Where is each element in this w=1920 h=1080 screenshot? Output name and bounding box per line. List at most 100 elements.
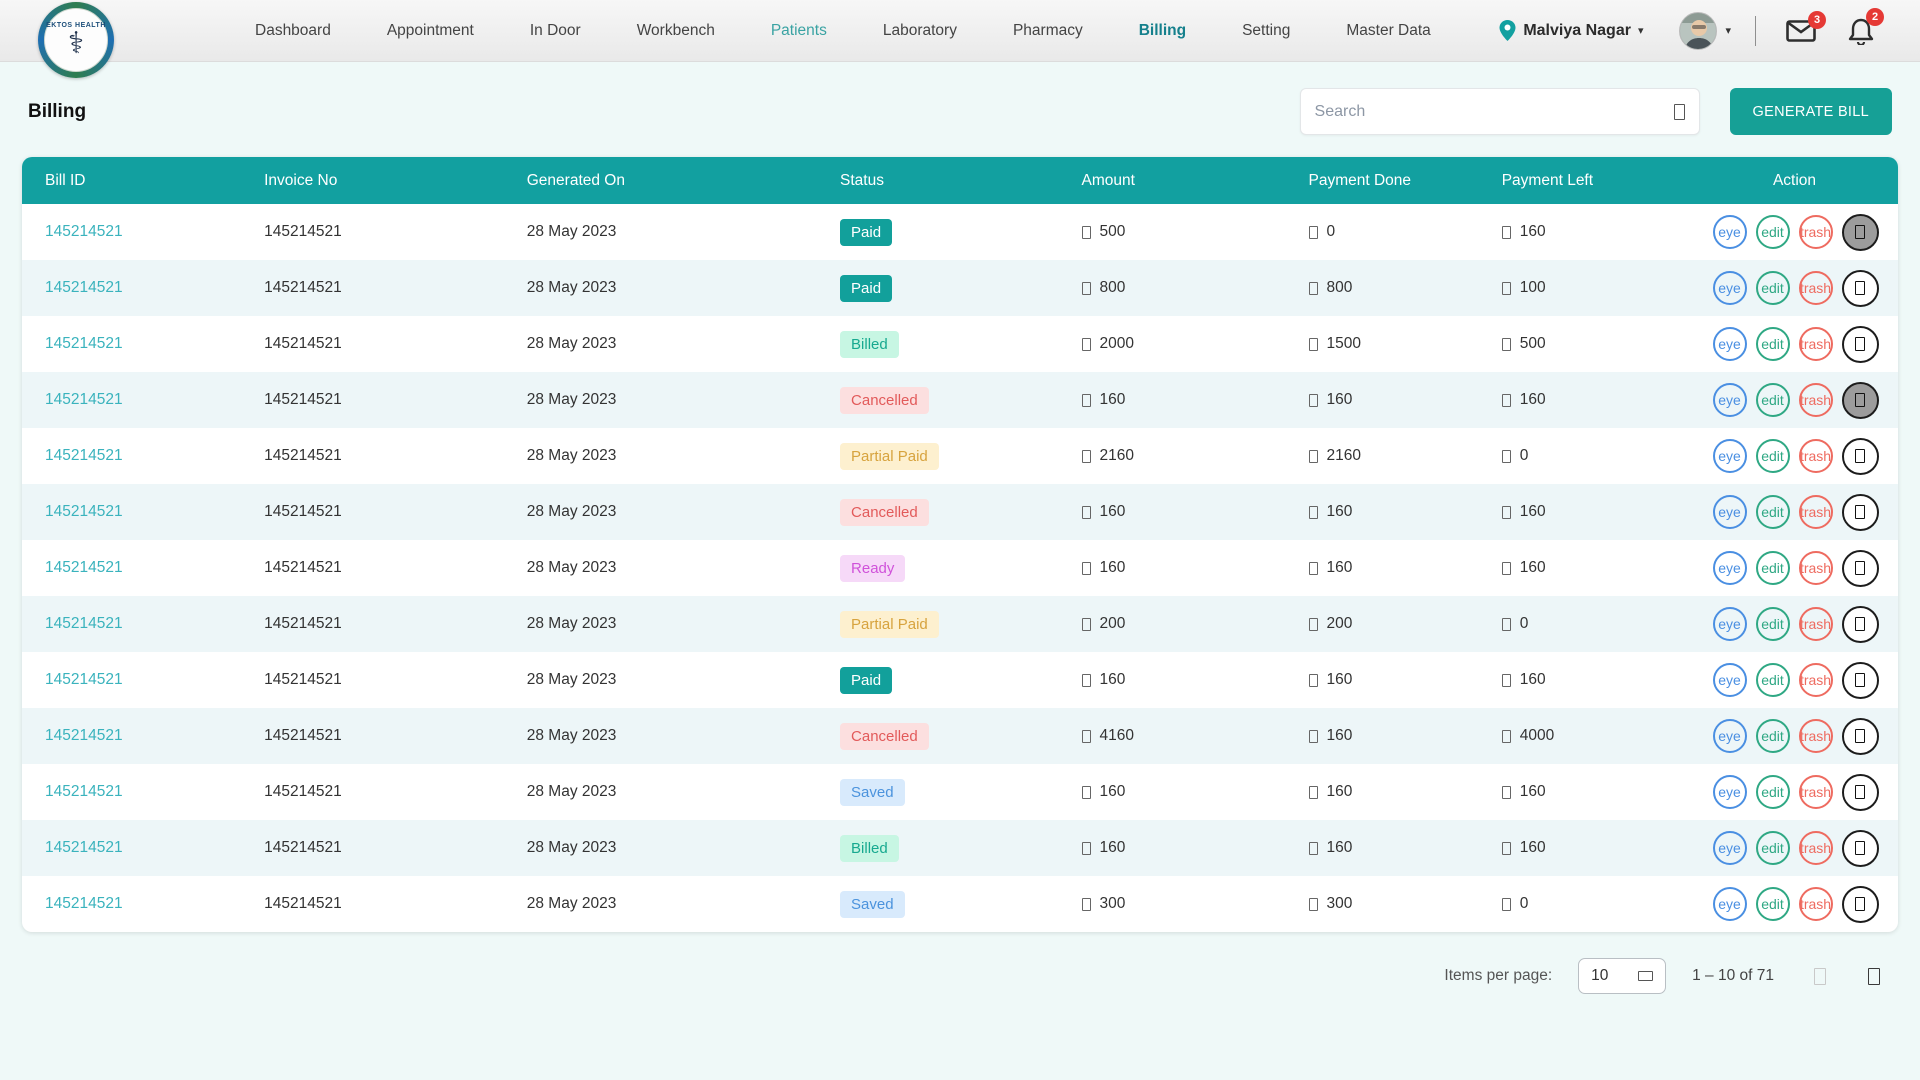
search-icon[interactable] — [1674, 104, 1685, 120]
table-header-row: Bill ID Invoice No Generated On Status A… — [22, 157, 1898, 204]
view-button[interactable]: eye — [1713, 663, 1747, 697]
amount-cell: 500 — [1058, 223, 1285, 241]
nav-item-appointment[interactable]: Appointment — [387, 22, 474, 40]
edit-button[interactable]: edit — [1756, 215, 1790, 249]
bill-id-link[interactable]: 145214521 — [45, 559, 123, 576]
bill-id-link[interactable]: 145214521 — [45, 335, 123, 352]
edit-button[interactable]: edit — [1756, 271, 1790, 305]
nav-item-in-door[interactable]: In Door — [530, 22, 581, 40]
nav-item-setting[interactable]: Setting — [1242, 22, 1290, 40]
delete-button[interactable]: trash — [1799, 607, 1833, 641]
previous-page-button[interactable] — [1814, 968, 1826, 985]
view-button[interactable]: eye — [1713, 271, 1747, 305]
bill-id-link[interactable]: 145214521 — [45, 447, 123, 464]
edit-button[interactable]: edit — [1756, 551, 1790, 585]
bill-id-link[interactable]: 145214521 — [45, 223, 123, 240]
delete-button[interactable]: trash — [1799, 719, 1833, 753]
print-button[interactable] — [1842, 494, 1879, 531]
bill-id-link[interactable]: 145214521 — [45, 783, 123, 800]
row-actions: eye edit trash — [1699, 606, 1898, 643]
print-button[interactable] — [1842, 718, 1879, 755]
edit-button[interactable]: edit — [1756, 383, 1790, 417]
table-row: 145214521 145214521 28 May 2023 Billed 2… — [22, 316, 1898, 372]
next-page-button[interactable] — [1868, 968, 1880, 985]
nav-item-dashboard[interactable]: Dashboard — [255, 22, 331, 40]
view-button[interactable]: eye — [1713, 607, 1747, 641]
print-button[interactable] — [1842, 550, 1879, 587]
edit-button[interactable]: edit — [1756, 439, 1790, 473]
view-button[interactable]: eye — [1713, 215, 1747, 249]
bill-id-link[interactable]: 145214521 — [45, 391, 123, 408]
location-selector[interactable]: Malviya Nagar ▾ — [1499, 20, 1643, 42]
print-button[interactable] — [1842, 326, 1879, 363]
divider — [1755, 16, 1756, 46]
nav-item-laboratory[interactable]: Laboratory — [883, 22, 957, 40]
delete-button[interactable]: trash — [1799, 383, 1833, 417]
print-button[interactable] — [1842, 438, 1879, 475]
edit-button[interactable]: edit — [1756, 887, 1790, 921]
bill-id-link[interactable]: 145214521 — [45, 895, 123, 912]
user-menu[interactable]: ▾ — [1679, 12, 1731, 50]
table-row: 145214521 145214521 28 May 2023 Partial … — [22, 596, 1898, 652]
items-per-page-select[interactable]: 10 — [1578, 958, 1666, 994]
bill-id-link[interactable]: 145214521 — [45, 671, 123, 688]
nav-item-patients[interactable]: Patients — [771, 22, 827, 40]
edit-button[interactable]: edit — [1756, 663, 1790, 697]
delete-button[interactable]: trash — [1799, 215, 1833, 249]
view-button[interactable]: eye — [1713, 327, 1747, 361]
print-button[interactable] — [1842, 830, 1879, 867]
messages-button[interactable]: 3 — [1786, 20, 1816, 42]
view-button[interactable]: eye — [1713, 719, 1747, 753]
edit-button[interactable]: edit — [1756, 495, 1790, 529]
rupee-icon — [1082, 730, 1091, 743]
delete-button[interactable]: trash — [1799, 271, 1833, 305]
delete-button[interactable]: trash — [1799, 663, 1833, 697]
rupee-icon — [1502, 506, 1511, 519]
view-button[interactable]: eye — [1713, 551, 1747, 585]
table-row: 145214521 145214521 28 May 2023 Partial … — [22, 428, 1898, 484]
delete-button[interactable]: trash — [1799, 439, 1833, 473]
edit-button[interactable]: edit — [1756, 607, 1790, 641]
nav-item-master-data[interactable]: Master Data — [1346, 22, 1430, 40]
bill-id-link[interactable]: 145214521 — [45, 279, 123, 296]
delete-button[interactable]: trash — [1799, 495, 1833, 529]
print-button[interactable] — [1842, 606, 1879, 643]
amount-cell: 2160 — [1058, 447, 1285, 465]
delete-button[interactable]: trash — [1799, 775, 1833, 809]
view-button[interactable]: eye — [1713, 495, 1747, 529]
delete-button[interactable]: trash — [1799, 327, 1833, 361]
edit-button[interactable]: edit — [1756, 775, 1790, 809]
delete-button[interactable]: trash — [1799, 831, 1833, 865]
delete-button[interactable]: trash — [1799, 551, 1833, 585]
edit-button[interactable]: edit — [1756, 719, 1790, 753]
view-button[interactable]: eye — [1713, 439, 1747, 473]
print-button[interactable] — [1842, 382, 1879, 419]
print-button[interactable] — [1842, 774, 1879, 811]
nav-item-workbench[interactable]: Workbench — [637, 22, 715, 40]
notifications-button[interactable]: 2 — [1848, 17, 1874, 45]
delete-button[interactable]: trash — [1799, 887, 1833, 921]
generated-on-cell: 28 May 2023 — [525, 223, 838, 241]
bill-id-link[interactable]: 145214521 — [45, 615, 123, 632]
edit-button[interactable]: edit — [1756, 831, 1790, 865]
nav-item-billing[interactable]: Billing — [1139, 22, 1186, 40]
generate-bill-button[interactable]: GENERATE BILL — [1730, 88, 1892, 135]
bill-id-link[interactable]: 145214521 — [45, 839, 123, 856]
print-button[interactable] — [1842, 886, 1879, 923]
view-button[interactable]: eye — [1713, 775, 1747, 809]
search-input[interactable] — [1315, 103, 1674, 121]
row-actions: eye edit trash — [1699, 214, 1898, 251]
print-button[interactable] — [1842, 214, 1879, 251]
nav-item-pharmacy[interactable]: Pharmacy — [1013, 22, 1083, 40]
bill-id-link[interactable]: 145214521 — [45, 727, 123, 744]
view-button[interactable]: eye — [1713, 383, 1747, 417]
bill-id-link[interactable]: 145214521 — [45, 503, 123, 520]
main-nav: Dashboard Appointment In Door Workbench Pati… — [255, 22, 1431, 40]
invoice-no-cell: 145214521 — [262, 895, 525, 913]
print-button[interactable] — [1842, 662, 1879, 699]
view-button[interactable]: eye — [1713, 831, 1747, 865]
search-box — [1300, 88, 1700, 135]
edit-button[interactable]: edit — [1756, 327, 1790, 361]
view-button[interactable]: eye — [1713, 887, 1747, 921]
print-button[interactable] — [1842, 270, 1879, 307]
